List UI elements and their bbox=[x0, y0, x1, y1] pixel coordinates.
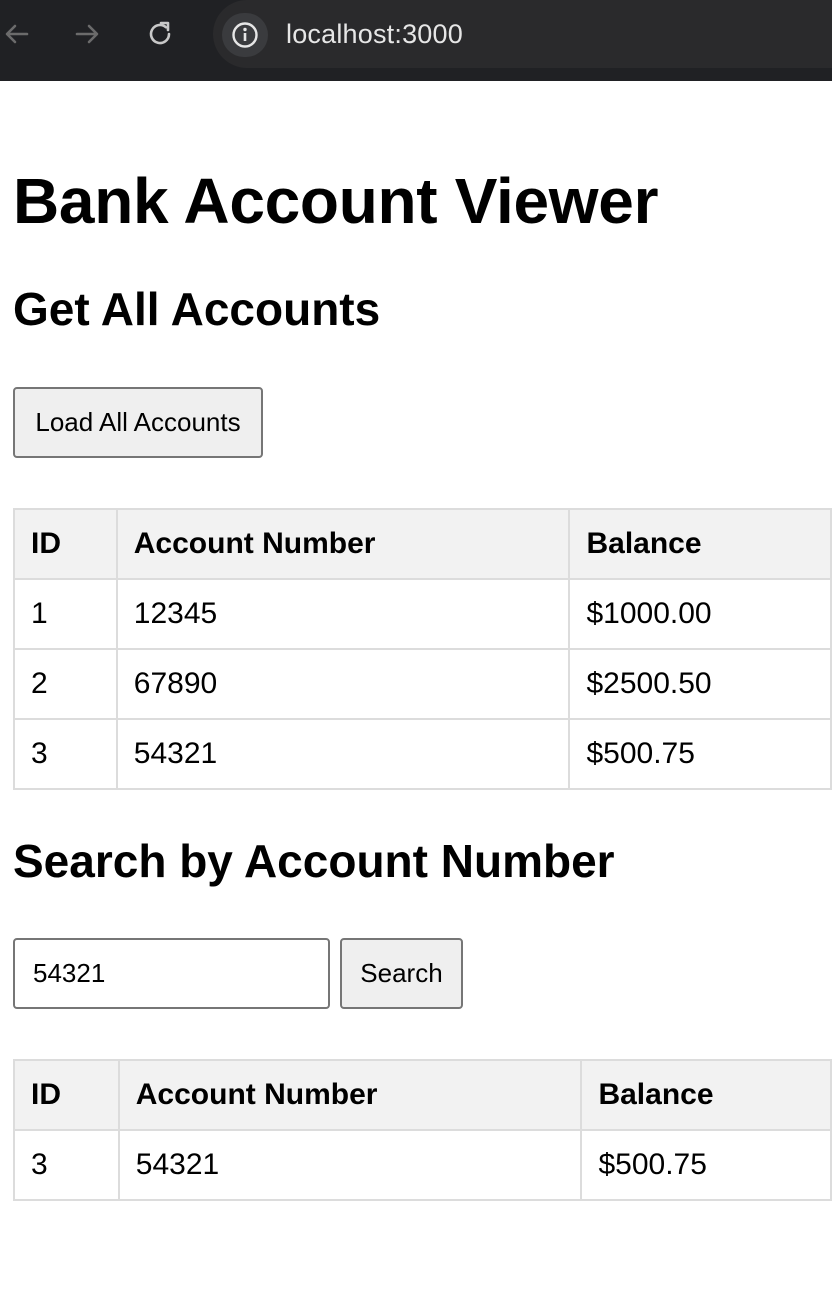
cell-account-number: 54321 bbox=[115, 718, 571, 790]
url-text[interactable]: localhost:3000 bbox=[286, 17, 463, 51]
reload-icon bbox=[149, 21, 171, 45]
cell-balance: $500.75 bbox=[580, 1129, 832, 1201]
info-icon bbox=[232, 22, 258, 48]
cell-account-number: 54321 bbox=[117, 1129, 583, 1201]
all-accounts-table: ID Account Number Balance 1 12345 $1000.… bbox=[13, 508, 832, 790]
search-heading: Search by Account Number bbox=[13, 835, 615, 887]
column-header-balance: Balance bbox=[580, 1059, 832, 1131]
column-header-account-number: Account Number bbox=[117, 1059, 583, 1131]
reload-button[interactable] bbox=[143, 17, 177, 51]
table-row: 3 54321 $500.75 bbox=[13, 718, 832, 790]
table-row: 1 12345 $1000.00 bbox=[13, 578, 832, 650]
account-number-search-input[interactable] bbox=[13, 938, 330, 1009]
load-all-accounts-button[interactable]: Load All Accounts bbox=[13, 387, 263, 458]
cell-id: 1 bbox=[13, 578, 118, 650]
table-row: 3 54321 $500.75 bbox=[13, 1129, 832, 1201]
column-header-account-number: Account Number bbox=[115, 508, 571, 580]
browser-toolbar: localhost:3000 bbox=[0, 0, 832, 81]
cell-balance: $500.75 bbox=[568, 718, 832, 790]
cell-account-number: 67890 bbox=[115, 648, 571, 720]
cell-id: 2 bbox=[13, 648, 118, 720]
column-header-id: ID bbox=[13, 508, 118, 580]
cell-id: 3 bbox=[13, 1129, 120, 1201]
cell-id: 3 bbox=[13, 718, 118, 790]
cell-account-number: 12345 bbox=[115, 578, 571, 650]
column-header-balance: Balance bbox=[568, 508, 832, 580]
cell-balance: $2500.50 bbox=[568, 648, 832, 720]
forward-arrow-icon bbox=[75, 24, 99, 44]
table-row: 2 67890 $2500.50 bbox=[13, 648, 832, 720]
back-button[interactable] bbox=[0, 17, 34, 51]
site-info-button[interactable] bbox=[222, 13, 268, 57]
forward-button[interactable] bbox=[70, 17, 104, 51]
table-header-row: ID Account Number Balance bbox=[13, 508, 832, 580]
search-button[interactable]: Search bbox=[340, 938, 463, 1009]
all-accounts-heading: Get All Accounts bbox=[13, 283, 381, 335]
cell-balance: $1000.00 bbox=[568, 578, 832, 650]
search-results-table: ID Account Number Balance 3 54321 $500.7… bbox=[13, 1059, 832, 1201]
page-title: Bank Account Viewer bbox=[13, 165, 659, 237]
table-header-row: ID Account Number Balance bbox=[13, 1059, 832, 1131]
column-header-id: ID bbox=[13, 1059, 120, 1131]
back-arrow-icon bbox=[5, 24, 29, 44]
